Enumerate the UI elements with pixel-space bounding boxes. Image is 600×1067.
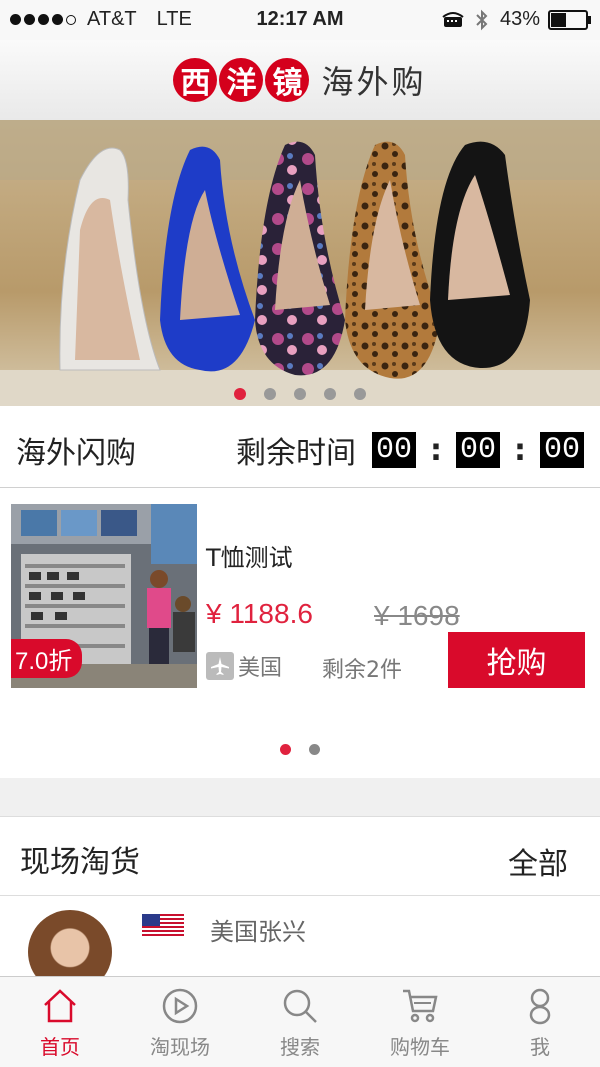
tab-home[interactable]: 首页 bbox=[0, 977, 120, 1067]
live-shopping-title: 现场淘货 bbox=[20, 845, 140, 880]
pagination-dot[interactable] bbox=[234, 388, 246, 400]
tty-icon bbox=[442, 11, 464, 27]
buy-now-button[interactable]: 抢购 bbox=[448, 632, 585, 688]
countdown-hours: 00 bbox=[372, 432, 417, 468]
countdown-seconds: 00 bbox=[540, 432, 585, 468]
logo-char-1: 西 bbox=[173, 58, 218, 102]
tab-live[interactable]: 淘现场 bbox=[120, 977, 240, 1067]
logo-subtitle: 海外购 bbox=[321, 63, 427, 101]
pagination-dot[interactable] bbox=[354, 388, 366, 400]
flash-sale-product[interactable]: 7.0折 T恤测试 ¥ 1188.6 ¥ 1698 美国 剩余2件 抢购 bbox=[0, 488, 600, 778]
discount-badge: 7.0折 bbox=[11, 639, 83, 678]
product-name[interactable]: T恤测试 bbox=[206, 538, 293, 573]
app-header: 西 洋 镜 海外购 bbox=[0, 40, 600, 120]
search-icon bbox=[283, 989, 317, 1023]
bottom-tab-bar: 首页 淘现场 搜索 购物车 我 bbox=[0, 976, 600, 1067]
us-flag-icon bbox=[142, 914, 184, 936]
countdown-timer: 剩余时间 00 : 00 : 00 bbox=[236, 428, 585, 472]
user-icon bbox=[529, 988, 551, 1025]
banner-image[interactable] bbox=[0, 120, 600, 406]
countdown-separator: : bbox=[514, 432, 527, 468]
banner-pagination[interactable] bbox=[0, 388, 600, 400]
flash-sale-title: 海外闪购 bbox=[16, 436, 136, 471]
pagination-dot[interactable] bbox=[280, 744, 291, 755]
logo-char-3: 镜 bbox=[265, 58, 310, 102]
seller-name[interactable]: 美国张兴 bbox=[210, 912, 306, 947]
live-seller-item[interactable]: 美国张兴 bbox=[0, 896, 600, 976]
status-bar: AT&T LTE 12:17 AM 43% bbox=[0, 0, 600, 40]
tab-label: 购物车 bbox=[390, 1035, 450, 1059]
home-icon bbox=[44, 989, 76, 1023]
pagination-dot[interactable] bbox=[309, 744, 320, 755]
tab-label: 首页 bbox=[40, 1035, 80, 1059]
stock-remaining: 剩余2件 bbox=[322, 658, 402, 683]
pagination-dot[interactable] bbox=[264, 388, 276, 400]
product-original-price: ¥ 1698 bbox=[374, 600, 460, 631]
tab-me[interactable]: 我 bbox=[480, 977, 600, 1067]
tab-label: 淘现场 bbox=[150, 1035, 210, 1059]
pagination-dot[interactable] bbox=[324, 388, 336, 400]
countdown-separator: : bbox=[430, 432, 443, 468]
airplane-icon bbox=[206, 652, 234, 680]
view-all-link[interactable]: 全部 bbox=[508, 839, 568, 883]
product-pagination[interactable] bbox=[0, 744, 600, 755]
tab-search[interactable]: 搜索 bbox=[240, 977, 360, 1067]
origin-country: 美国 bbox=[238, 656, 283, 681]
logo: 西 洋 镜 bbox=[173, 58, 311, 102]
flash-sale-header: 海外闪购 剩余时间 00 : 00 : 00 bbox=[0, 406, 600, 488]
battery-percent: 43% bbox=[499, 8, 540, 30]
pagination-dot[interactable] bbox=[294, 388, 306, 400]
logo-char-2: 洋 bbox=[219, 58, 264, 102]
live-shopping-header: 现场淘货 全部 bbox=[0, 816, 600, 896]
product-image[interactable]: 7.0折 bbox=[11, 504, 197, 688]
remaining-time-label: 剩余时间 bbox=[236, 436, 356, 471]
banner-carousel[interactable] bbox=[0, 120, 600, 406]
status-right: 43% bbox=[442, 8, 591, 31]
cart-icon bbox=[403, 989, 438, 1023]
countdown-minutes: 00 bbox=[456, 432, 501, 468]
play-icon bbox=[162, 988, 198, 1024]
battery-icon bbox=[548, 9, 591, 30]
tab-cart[interactable]: 购物车 bbox=[360, 977, 480, 1067]
seller-avatar[interactable] bbox=[28, 910, 112, 976]
product-origin: 美国 bbox=[206, 650, 282, 682]
bluetooth-icon bbox=[476, 9, 488, 30]
tab-label: 我 bbox=[530, 1035, 550, 1059]
product-price: ¥ 1188.6 bbox=[206, 598, 313, 629]
tab-label: 搜索 bbox=[280, 1035, 320, 1059]
